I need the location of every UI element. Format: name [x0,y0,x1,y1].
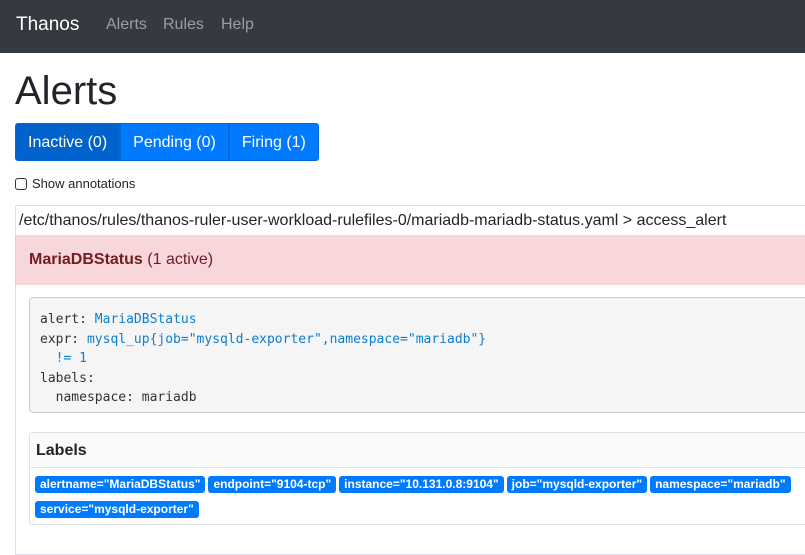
pending-filter-button[interactable]: Pending (0) [120,123,229,161]
label-badge: job="mysqld-exporter" [506,476,648,493]
label-badge: namespace="mariadb" [650,476,791,493]
nav-link-alerts[interactable]: Alerts [106,16,147,34]
label-badge: alertname="MariaDBStatus" [35,476,206,493]
rule-expr-key: expr: [40,331,80,347]
firing-filter-button[interactable]: Firing (1) [228,123,319,161]
label-badge: service="mysqld-exporter" [35,501,199,518]
brand-link[interactable]: Thanos [16,14,79,36]
rule-expr-value-cont[interactable]: != 1 [56,351,87,366]
nav-link-help[interactable]: Help [221,16,254,34]
labels-badge-list: alertname="MariaDBStatus" endpoint="9104-… [35,475,805,525]
show-annotations-label: Show annotations [32,176,136,191]
nav-link-rules[interactable]: Rules [163,16,204,34]
alert-name: MariaDBStatus [29,251,143,268]
alert-details-panel: alert: MariaDBStatus expr: mysql_up{job=… [15,285,805,555]
rule-alert-key: alert: [40,312,87,327]
labels-title: Labels [30,433,805,468]
top-navbar: Thanos Alerts Rules Help [0,0,805,53]
rule-definition-block: alert: MariaDBStatus expr: mysql_up{job=… [29,297,805,413]
label-badge: endpoint="9104-tcp" [208,476,337,493]
show-annotations-checkbox[interactable] [15,177,27,190]
inactive-filter-button[interactable]: Inactive (0) [15,123,121,161]
rule-expr-value[interactable]: mysql_up{job="mysqld-exporter",namespace… [87,332,486,347]
rule-alert-value[interactable]: MariaDBStatus [95,312,197,327]
alert-active-count: (1 active) [147,251,214,268]
alert-row-mariadbstatus[interactable]: MariaDBStatus (1 active) [15,236,805,285]
label-badge: instance="10.131.0.8:9104" [339,476,504,493]
alert-state-filter-group: Inactive (0) Pending (0) Firing (1) [15,123,319,161]
rule-label-line: namespace: mariadb [55,390,197,405]
rule-group-header: /etc/thanos/rules/thanos-ruler-user-work… [15,205,805,236]
page-title: Alerts [15,69,118,113]
labels-card: Labels alertname="MariaDBStatus" endpoint… [29,432,805,525]
show-annotations-toggle[interactable]: Show annotations [15,176,135,191]
rule-labels-key: labels: [40,370,95,386]
